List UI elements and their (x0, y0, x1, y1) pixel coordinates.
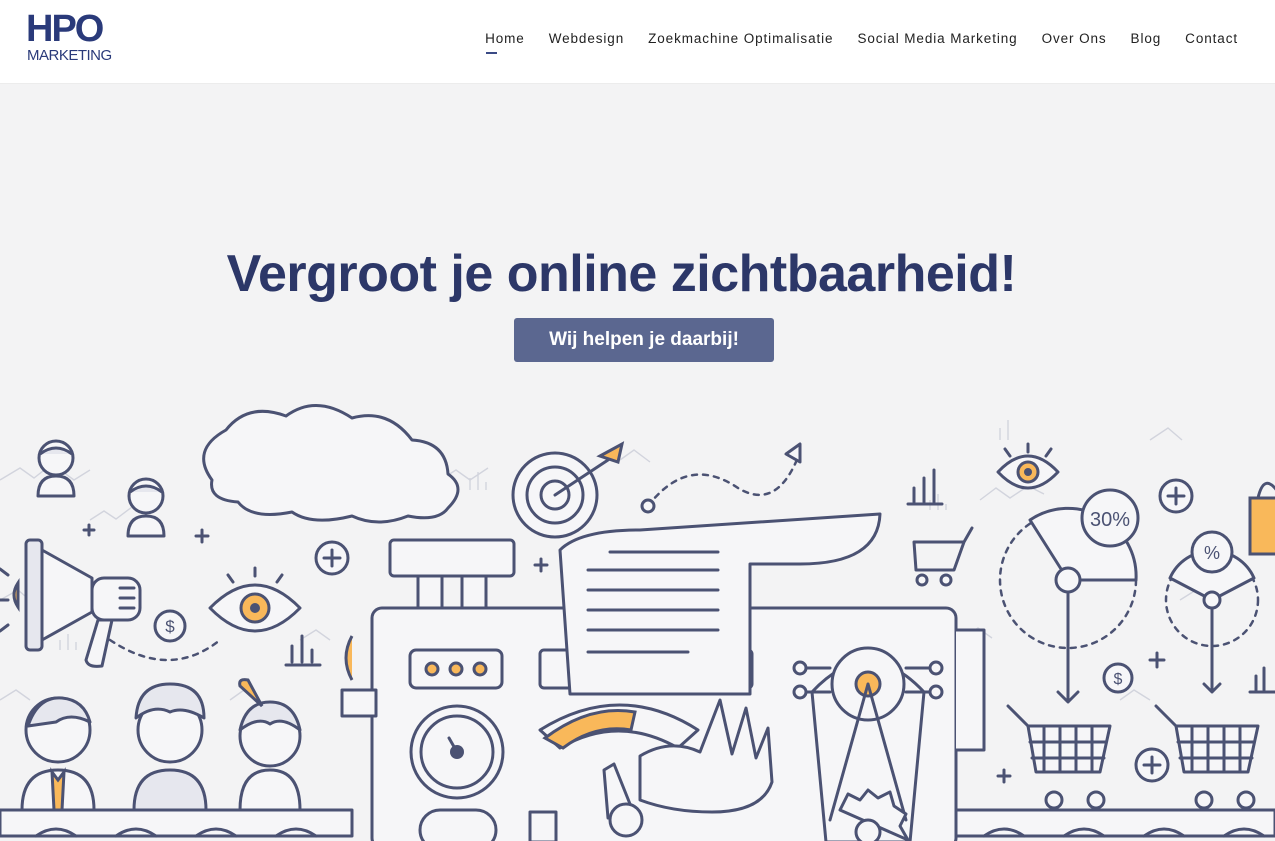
site-header: HPO MARKETING Home Webdesign Zoekmachine… (0, 0, 1275, 84)
plus-icon (1158, 478, 1194, 514)
cloud-icon (202, 404, 460, 524)
coin-icon: $ (153, 609, 187, 643)
main-nav: Home Webdesign Zoekmachine Optimalisatie… (485, 31, 1238, 54)
logo-subtitle: MARKETING (27, 47, 112, 64)
hero-illustration: $ 30% % $ (0, 404, 1275, 841)
nav-webdesign[interactable]: Webdesign (549, 31, 624, 47)
dashed-flight-path (646, 450, 802, 508)
person-icon (132, 682, 208, 812)
plus-icon (314, 540, 350, 576)
megaphone-icon (0, 538, 142, 668)
coin-icon: $ (1102, 662, 1134, 694)
conveyor-belt (954, 808, 1275, 838)
shopping-bag-icon (1248, 496, 1275, 556)
person-small-icon (36, 439, 76, 498)
nav-contact[interactable]: Contact (1185, 31, 1238, 47)
content-machine (340, 512, 986, 841)
shopping-cart-icon (912, 526, 974, 587)
svg-text:30%: 30% (1090, 509, 1130, 531)
svg-text:$: $ (165, 617, 175, 636)
logo[interactable]: HPO MARKETING (26, 8, 126, 64)
hero-title: Vergroot je online zichtbaarheid! (226, 245, 1017, 303)
nav-blog[interactable]: Blog (1131, 31, 1162, 47)
plus-icon (1134, 747, 1170, 783)
person-icon (20, 696, 96, 812)
bar-chart-icon (906, 468, 944, 506)
bar-chart-icon (284, 634, 322, 667)
cta-button[interactable]: Wij helpen je daarbij! (514, 318, 774, 362)
bar-chart-icon (1248, 666, 1275, 694)
eye-icon (208, 566, 302, 633)
shopping-cart-icon (1154, 704, 1260, 810)
nav-over-ons[interactable]: Over Ons (1042, 31, 1107, 47)
svg-text:%: % (1204, 543, 1220, 563)
eye-icon (996, 442, 1060, 490)
nav-home[interactable]: Home (485, 31, 525, 54)
shopping-cart-icon (1006, 704, 1112, 810)
nav-seo[interactable]: Zoekmachine Optimalisatie (648, 31, 833, 47)
svg-text:$: $ (1114, 671, 1123, 688)
dashed-path (108, 638, 222, 662)
pie-chart-percent-icon: % (1164, 530, 1260, 694)
logo-wordmark: HPO (26, 8, 104, 50)
person-small-icon (126, 477, 166, 538)
nav-social-media[interactable]: Social Media Marketing (857, 31, 1017, 47)
target-icon (511, 441, 625, 539)
person-icon (238, 678, 302, 812)
paper-plane-icon (784, 442, 802, 464)
conveyor-belt (0, 808, 354, 838)
